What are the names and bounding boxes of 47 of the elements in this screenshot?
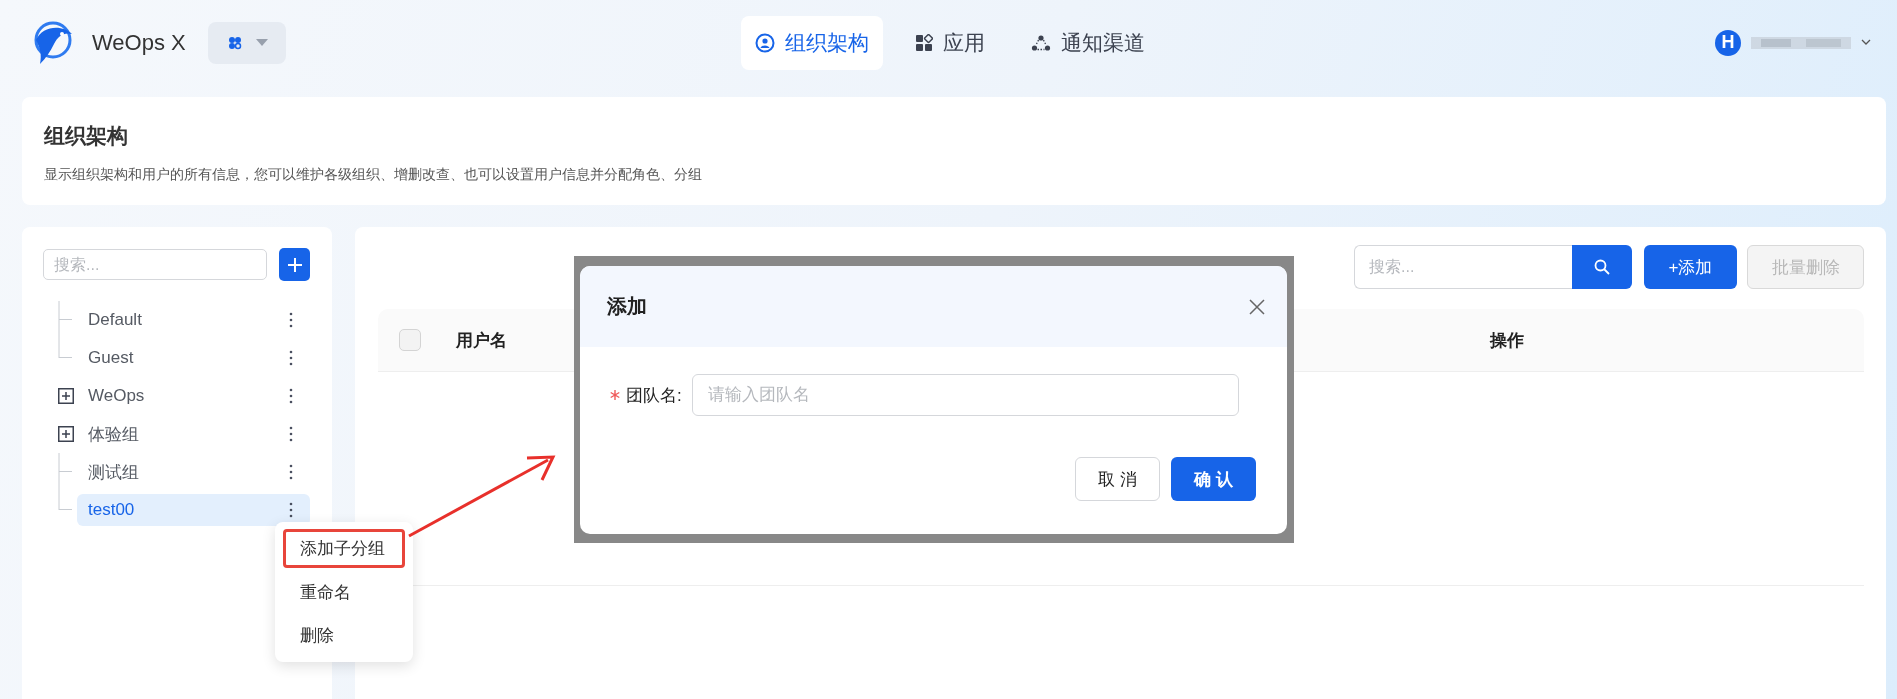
menu-item[interactable]: 添加子分组 <box>283 529 405 568</box>
user-avatar[interactable]: H <box>1715 29 1741 56</box>
expand-icon[interactable] <box>58 426 74 442</box>
plus-icon <box>286 256 303 273</box>
app-switcher[interactable] <box>207 21 286 64</box>
user-circle-icon <box>754 32 775 53</box>
confirm-button[interactable]: 确 认 <box>1171 457 1256 501</box>
search-icon <box>1594 259 1610 275</box>
nav-tab[interactable]: 组织架构 <box>740 15 883 70</box>
tree-item[interactable]: 体验组 <box>77 418 310 450</box>
page-title: 组织架构 <box>44 123 129 149</box>
app-name: WeOps X <box>92 29 186 56</box>
search-field[interactable]: 搜索... <box>43 249 267 280</box>
more-icon[interactable] <box>289 426 293 442</box>
more-icon[interactable] <box>289 350 293 366</box>
search-button[interactable] <box>1572 245 1632 289</box>
more-icon[interactable] <box>289 464 293 480</box>
field-label: 团队名: <box>626 384 682 407</box>
tree-item[interactable]: 测试组 <box>77 456 310 488</box>
add-button[interactable]: +添加 <box>1644 245 1737 289</box>
apps-icon <box>914 33 933 52</box>
share-nodes-icon <box>1030 33 1051 52</box>
column-header: 用户名 <box>456 329 508 352</box>
close-icon[interactable] <box>1249 298 1265 315</box>
nav-tab[interactable]: 应用 <box>900 15 999 70</box>
chevron-down-icon[interactable] <box>1861 39 1871 46</box>
apps-icon <box>227 35 242 50</box>
caret-icon <box>255 38 268 47</box>
more-icon[interactable] <box>289 312 293 328</box>
page-description: 显示组织架构和用户的所有信息，您可以维护各级组织、增删改查、也可以设置用户信息并分配角色、分组 <box>44 166 703 184</box>
tree-item[interactable]: Default <box>77 304 310 336</box>
tree-item[interactable]: Guest <box>77 342 310 374</box>
menu-item[interactable]: 删除 <box>283 616 405 655</box>
column-header: 操作 <box>1490 329 1524 352</box>
tree-item[interactable]: test00 <box>77 494 310 526</box>
input-field[interactable]: 请输入团队名 <box>691 374 1239 416</box>
more-icon[interactable] <box>289 388 293 404</box>
tree-item[interactable]: WeOps <box>77 380 310 412</box>
expand-icon[interactable] <box>58 388 74 404</box>
checkbox[interactable] <box>399 329 421 351</box>
dialog-title: 添加 <box>607 294 647 319</box>
menu-item[interactable]: 重命名 <box>283 572 405 612</box>
cancel-button[interactable]: 取 消 <box>1075 457 1160 501</box>
search-field[interactable]: 搜索... <box>1354 245 1572 289</box>
add-button[interactable] <box>279 248 310 281</box>
nav-tab[interactable]: 通知渠道 <box>1016 15 1159 70</box>
more-icon[interactable] <box>289 502 293 518</box>
